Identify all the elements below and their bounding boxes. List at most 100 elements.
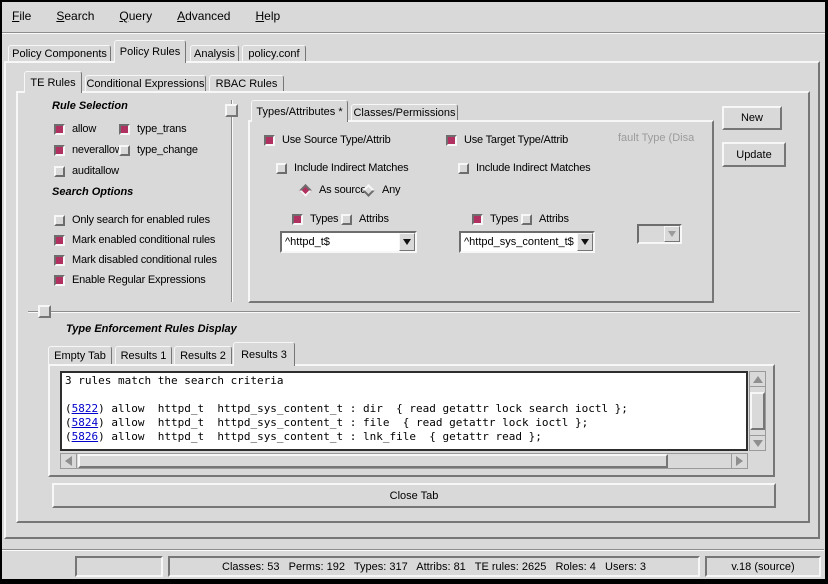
subtab-rbac-rules[interactable]: RBAC Rules xyxy=(209,75,284,91)
rule-line: (5826) allow httpd_t httpd_sys_content_t… xyxy=(65,430,743,444)
rule-line: (5824) allow httpd_t httpd_sys_content_t… xyxy=(65,416,743,430)
subtab-conditional-expressions[interactable]: Conditional Expressions xyxy=(85,75,206,91)
use-target-checkbox[interactable]: Use Target Type/Attrib xyxy=(446,133,568,147)
v-scroll-thumb[interactable] xyxy=(750,392,765,430)
source-dropdown-button[interactable] xyxy=(399,233,415,251)
rule-option-type-trans-label: type_trans xyxy=(137,123,186,135)
source-types-label: Types xyxy=(310,213,338,225)
source-indirect-label: Include Indirect Matches xyxy=(294,162,408,174)
target-attribs-label: Attribs xyxy=(539,213,569,225)
use-source-checkbox[interactable]: Use Source Type/Attrib xyxy=(264,133,391,147)
rule-option-type-trans[interactable]: type_trans xyxy=(119,122,186,136)
results-text-area[interactable]: 3 rules match the search criteria (5822)… xyxy=(60,371,748,451)
horizontal-sash xyxy=(28,311,800,313)
search-option-enable-regular-expressions-label: Enable Regular Expressions xyxy=(72,274,206,286)
h-scroll-thumb[interactable] xyxy=(78,454,668,468)
subtab-te-rules[interactable]: TE Rules xyxy=(24,71,82,93)
chevron-down-icon xyxy=(668,231,676,237)
target-indirect-checkbox[interactable]: Include Indirect Matches xyxy=(458,161,590,175)
checkbox-indicator xyxy=(341,214,352,225)
any-radio[interactable]: Any xyxy=(362,183,400,197)
checkbox-indicator xyxy=(54,215,65,226)
horizontal-sash-handle[interactable] xyxy=(38,305,51,318)
checkbox-indicator xyxy=(292,214,303,225)
search-option-mark-enabled-conditional-rules[interactable]: Mark enabled conditional rules xyxy=(54,233,215,247)
results-tab-results-1[interactable]: Results 1 xyxy=(115,346,172,364)
menu-separator xyxy=(2,32,825,34)
checkbox-indicator xyxy=(54,275,65,286)
checkbox-indicator xyxy=(472,214,483,225)
text-line: 3 rules match the search criteria xyxy=(65,374,743,388)
rule-id-link[interactable]: 5826 xyxy=(72,430,99,443)
ta-tab-types-attributes[interactable]: Types/Attributes * xyxy=(251,100,348,122)
checkbox-indicator xyxy=(54,145,65,156)
search-option-mark-disabled-conditional-rules[interactable]: Mark disabled conditional rules xyxy=(54,253,217,267)
source-indirect-checkbox[interactable]: Include Indirect Matches xyxy=(276,161,408,175)
close-tab-button[interactable]: Close Tab xyxy=(52,483,776,508)
target-type-input[interactable]: ^httpd_sys_content_t$ xyxy=(459,231,595,253)
tab-policy-components[interactable]: Policy Components xyxy=(8,45,111,61)
source-type-input[interactable]: ^httpd_t$ xyxy=(280,231,417,253)
vertical-sash-handle[interactable] xyxy=(225,104,238,117)
menu-help[interactable]: Help xyxy=(247,7,288,25)
as-source-radio[interactable]: As source xyxy=(299,183,366,197)
rule-option-allow-label: allow xyxy=(72,123,96,135)
search-option-mark-disabled-conditional-rules-label: Mark disabled conditional rules xyxy=(72,254,217,266)
checkbox-indicator xyxy=(54,124,65,135)
results-tab-results-3[interactable]: Results 3 xyxy=(233,342,295,366)
menu-query[interactable]: Query xyxy=(111,7,160,25)
checkbox-indicator xyxy=(264,135,275,146)
rule-option-neverallow[interactable]: neverallow xyxy=(54,143,123,157)
as-source-label: As source xyxy=(319,184,366,196)
target-indirect-label: Include Indirect Matches xyxy=(476,162,590,174)
menu-file[interactable]: File xyxy=(4,7,39,25)
target-types-checkbox[interactable]: Types xyxy=(472,212,518,226)
rule-option-type-change-label: type_change xyxy=(137,144,198,156)
checkbox-indicator xyxy=(446,135,457,146)
update-button[interactable]: Update xyxy=(722,142,786,167)
results-tab-empty-tab[interactable]: Empty Tab xyxy=(48,346,112,364)
menu-search[interactable]: Search xyxy=(48,7,102,25)
target-types-label: Types xyxy=(490,213,518,225)
radio-indicator xyxy=(299,184,312,197)
checkbox-indicator xyxy=(54,235,65,246)
search-option-mark-enabled-conditional-rules-label: Mark enabled conditional rules xyxy=(72,234,215,246)
source-type-combobox: ^httpd_t$ xyxy=(280,231,417,253)
scroll-up-button[interactable] xyxy=(749,371,766,387)
status-stats-box: Classes: 53 Perms: 192 Types: 317 Attrib… xyxy=(168,556,700,577)
status-empty-box xyxy=(75,556,163,577)
rule-option-allow[interactable]: allow xyxy=(54,122,96,136)
scroll-right-icon xyxy=(736,456,743,466)
target-attribs-checkbox[interactable]: Attribs xyxy=(521,212,569,226)
source-types-checkbox[interactable]: Types xyxy=(292,212,338,226)
menu-advanced[interactable]: Advanced xyxy=(169,7,238,25)
source-attribs-checkbox[interactable]: Attribs xyxy=(341,212,389,226)
search-option-enable-regular-expressions[interactable]: Enable Regular Expressions xyxy=(54,273,206,287)
scroll-down-button[interactable] xyxy=(749,435,766,451)
rule-option-auditallow[interactable]: auditallow xyxy=(54,164,119,178)
new-button[interactable]: New xyxy=(722,106,782,130)
scroll-down-icon xyxy=(753,440,763,447)
checkbox-indicator xyxy=(119,124,130,135)
ta-tab-classes-permissions[interactable]: Classes/Permissions xyxy=(351,104,458,120)
results-title: Type Enforcement Rules Display xyxy=(62,323,241,335)
scroll-left-button[interactable] xyxy=(60,453,77,469)
checkbox-indicator xyxy=(458,163,469,174)
rule-id-link[interactable]: 5824 xyxy=(72,416,99,429)
tab-policy-conf[interactable]: policy.conf xyxy=(242,45,306,61)
chevron-down-icon xyxy=(403,239,411,245)
target-type-combobox: ^httpd_sys_content_t$ xyxy=(459,231,595,253)
search-option-only-search-for-enabled-rules[interactable]: Only search for enabled rules xyxy=(54,213,210,227)
tab-analysis[interactable]: Analysis xyxy=(190,45,239,61)
rule-option-auditallow-label: auditallow xyxy=(72,165,119,177)
rule-option-type-change[interactable]: type_change xyxy=(119,143,198,157)
rule-id-link[interactable]: 5822 xyxy=(72,402,99,415)
checkbox-indicator xyxy=(119,145,130,156)
target-dropdown-button[interactable] xyxy=(577,233,593,251)
use-target-label: Use Target Type/Attrib xyxy=(464,134,568,146)
scroll-right-button[interactable] xyxy=(731,453,748,469)
default-type-combobox xyxy=(637,224,682,244)
tab-policy-rules[interactable]: Policy Rules xyxy=(114,40,186,63)
search-option-only-search-for-enabled-rules-label: Only search for enabled rules xyxy=(72,214,210,226)
results-tab-results-2[interactable]: Results 2 xyxy=(174,346,232,364)
